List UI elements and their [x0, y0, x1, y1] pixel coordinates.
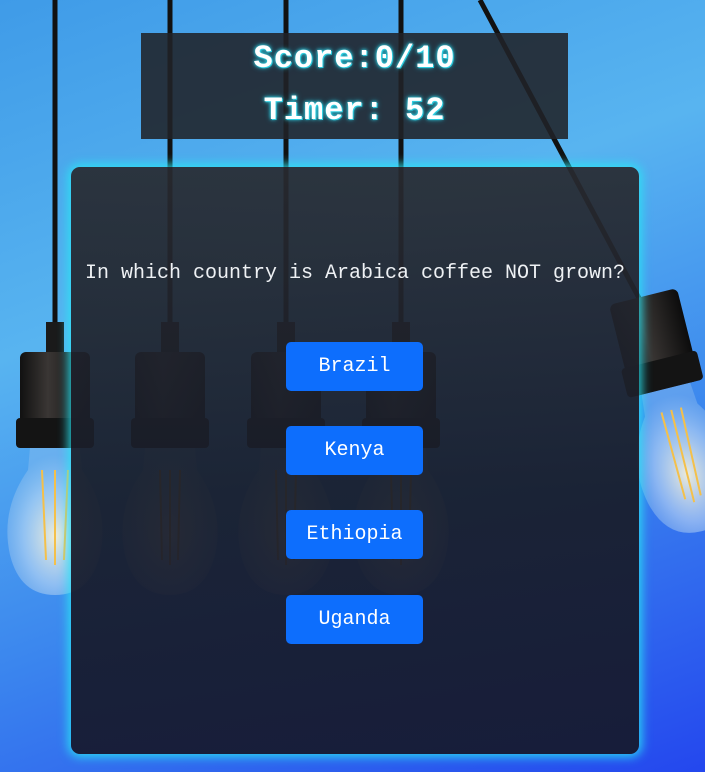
answer-button-uganda[interactable]: Uganda	[286, 595, 423, 644]
timer-display: Timer: 52	[263, 92, 446, 129]
answer-button-ethiopia[interactable]: Ethiopia	[286, 510, 423, 559]
answer-button-kenya[interactable]: Kenya	[286, 426, 423, 475]
quiz-card: In which country is Arabica coffee NOT g…	[71, 167, 639, 754]
score-timer-panel: Score:0/10 Timer: 52	[141, 33, 568, 139]
question-text: In which country is Arabica coffee NOT g…	[84, 262, 626, 285]
answer-button-brazil[interactable]: Brazil	[286, 342, 423, 391]
score-display: Score:0/10	[253, 40, 456, 77]
